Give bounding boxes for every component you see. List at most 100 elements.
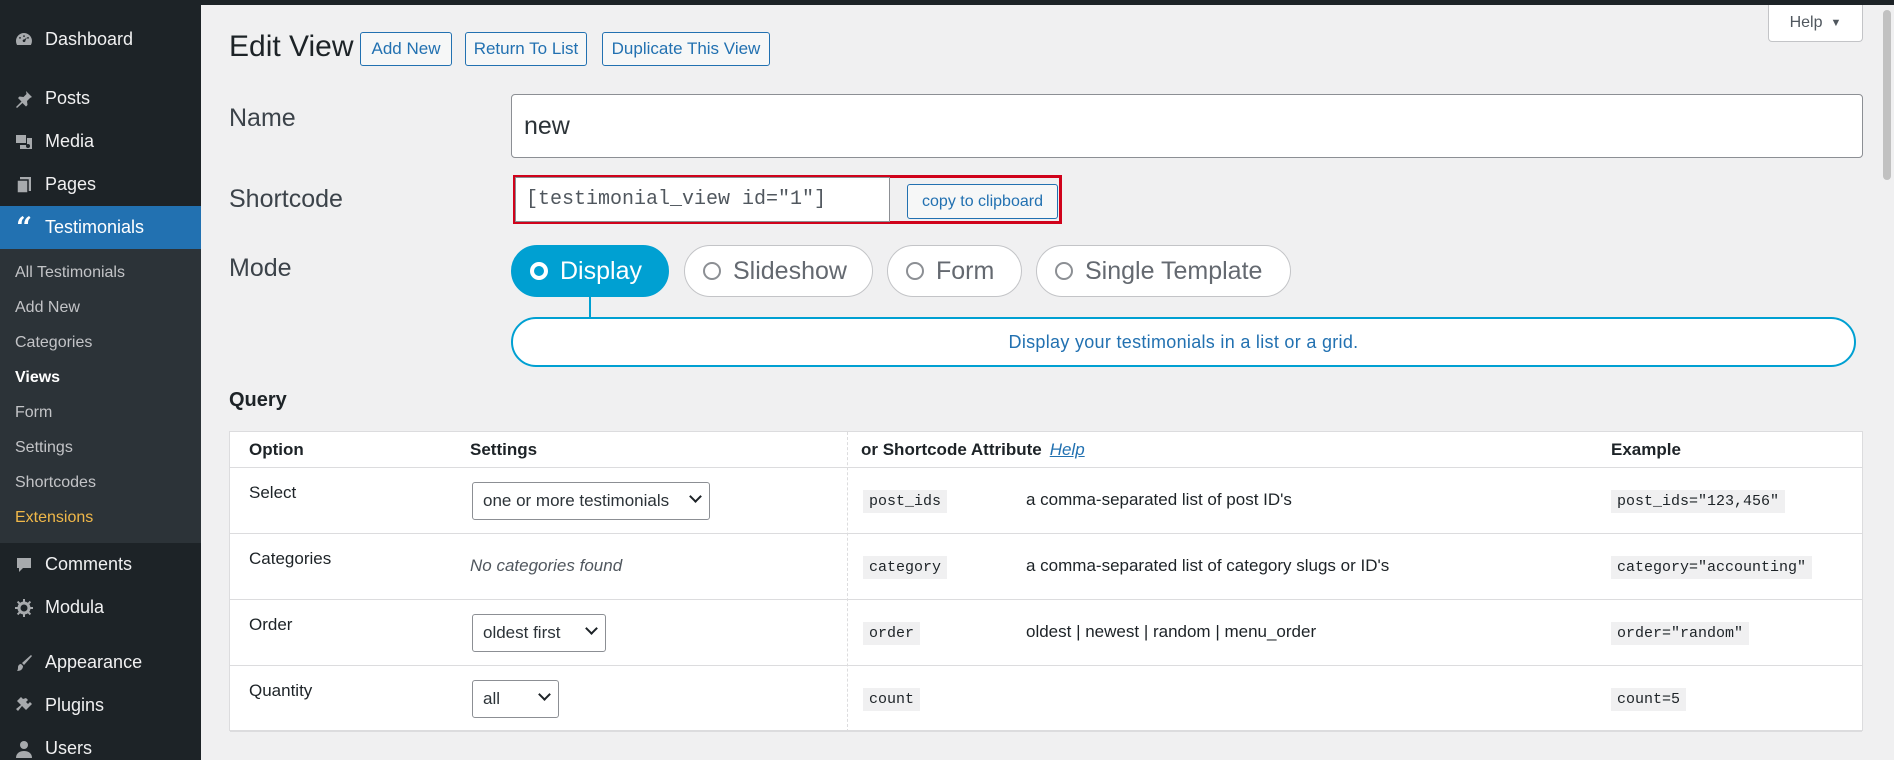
- table-row: Categories No categories found category …: [230, 534, 1862, 600]
- submenu-shortcodes[interactable]: Shortcodes: [0, 465, 201, 500]
- pin-icon: [12, 87, 36, 111]
- add-new-button[interactable]: Add New: [360, 32, 452, 66]
- column-header-option: Option: [249, 440, 304, 459]
- sidebar-item-pages[interactable]: Pages: [0, 163, 201, 206]
- scrollbar-thumb[interactable]: [1883, 10, 1891, 180]
- comment-icon: [12, 553, 36, 577]
- admin-sidebar: Dashboard Posts Media Pages “ Testimonia…: [0, 0, 201, 760]
- sidebar-item-testimonials[interactable]: “ Testimonials: [0, 206, 201, 249]
- quantity-dropdown[interactable]: all: [472, 680, 559, 718]
- sidebar-item-users[interactable]: Users: [0, 727, 201, 760]
- no-categories-note: No categories found: [470, 556, 623, 575]
- radio-selected-icon: [530, 262, 548, 280]
- option-name: Categories: [249, 549, 332, 568]
- sidebar-item-label: Comments: [45, 554, 133, 574]
- submenu-all-testimonials[interactable]: All Testimonials: [0, 255, 201, 290]
- scrollbar[interactable]: [1880, 5, 1894, 760]
- sidebar-item-label: Pages: [45, 174, 97, 194]
- dropdown-value: oldest first: [483, 623, 561, 642]
- mode-option-form[interactable]: Form: [887, 245, 1022, 297]
- table-row: Quantity all count count=5: [230, 666, 1862, 732]
- help-tab-label: Help: [1789, 14, 1823, 31]
- attribute-code: post_ids: [863, 490, 948, 513]
- submenu-extensions[interactable]: Extensions: [0, 500, 201, 535]
- sidebar-item-dashboard[interactable]: Dashboard: [0, 18, 201, 61]
- column-header-settings: Settings: [470, 440, 538, 459]
- chevron-down-icon: [585, 622, 598, 635]
- sidebar-item-label: Modula: [45, 597, 105, 617]
- query-table: Option Settings or Shortcode Attribute He…: [229, 431, 1863, 732]
- table-header-row: Option Settings or Shortcode Attribute He…: [230, 432, 1862, 468]
- table-row: Select one or more testimonials post_ids…: [230, 468, 1862, 534]
- gear-icon: [12, 596, 36, 620]
- shortcode-label: Shortcode: [229, 185, 343, 213]
- column-header-attribute: or Shortcode Attribute Help: [861, 440, 1085, 460]
- mode-label: Mode: [229, 254, 292, 282]
- page-title: Edit View: [229, 30, 354, 63]
- attribute-header-label: or Shortcode Attribute: [861, 440, 1042, 459]
- pages-icon: [12, 173, 36, 197]
- mode-option-label: Single Template: [1085, 256, 1263, 285]
- sidebar-item-posts[interactable]: Posts: [0, 77, 201, 120]
- option-name: Order: [249, 615, 293, 634]
- select-testimonials-dropdown[interactable]: one or more testimonials: [472, 482, 710, 520]
- help-tab-button[interactable]: Help ▼: [1768, 5, 1863, 42]
- mode-option-label: Slideshow: [733, 256, 847, 285]
- duplicate-view-button[interactable]: Duplicate This View: [602, 32, 770, 66]
- attribute-description: a comma-separated list of category slugs…: [1026, 556, 1390, 575]
- copy-to-clipboard-button[interactable]: copy to clipboard: [907, 184, 1058, 219]
- sidebar-item-plugins[interactable]: Plugins: [0, 684, 201, 727]
- radio-icon: [703, 262, 721, 280]
- testimonials-submenu: All Testimonials Add New Categories View…: [0, 249, 201, 543]
- mode-option-label: Form: [936, 256, 995, 285]
- submenu-add-new[interactable]: Add New: [0, 290, 201, 325]
- mode-option-slideshow[interactable]: Slideshow: [684, 245, 873, 297]
- attribute-description: oldest | newest | random | menu_order: [1026, 622, 1317, 641]
- help-link[interactable]: Help: [1050, 440, 1085, 459]
- submenu-categories[interactable]: Categories: [0, 325, 201, 360]
- mode-description: Display your testimonials in a list or a…: [511, 317, 1856, 367]
- query-section-title: Query: [229, 389, 287, 411]
- sidebar-item-label: Users: [45, 738, 93, 758]
- radio-icon: [906, 262, 924, 280]
- mode-option-single-template[interactable]: Single Template: [1036, 245, 1291, 297]
- name-label: Name: [229, 104, 296, 132]
- sidebar-item-label: Appearance: [45, 652, 143, 672]
- example-code: post_ids="123,456": [1611, 490, 1786, 513]
- order-dropdown[interactable]: oldest first: [472, 614, 606, 652]
- sidebar-item-label: Dashboard: [45, 29, 134, 49]
- attribute-description: a comma-separated list of post ID's: [1026, 490, 1292, 509]
- triangle-down-icon: ▼: [1830, 17, 1842, 29]
- option-name: Select: [249, 483, 297, 502]
- plug-icon: [12, 694, 36, 718]
- sidebar-item-comments[interactable]: Comments: [0, 543, 201, 586]
- sidebar-item-modula[interactable]: Modula: [0, 586, 201, 629]
- submenu-views[interactable]: Views: [0, 360, 201, 395]
- example-code: count=5: [1611, 688, 1687, 711]
- dropdown-value: all: [483, 689, 501, 708]
- submenu-form[interactable]: Form: [0, 395, 201, 430]
- column-divider: [847, 432, 848, 732]
- return-to-list-button[interactable]: Return To List: [465, 32, 587, 66]
- submenu-settings[interactable]: Settings: [0, 430, 201, 465]
- attribute-code: order: [863, 622, 921, 645]
- sidebar-item-label: Posts: [45, 88, 91, 108]
- dashboard-icon: [12, 28, 36, 52]
- sidebar-item-appearance[interactable]: Appearance: [0, 641, 201, 684]
- example-code: category="accounting": [1611, 556, 1813, 579]
- example-code: order="random": [1611, 622, 1750, 645]
- radio-icon: [1055, 262, 1073, 280]
- shortcode-field[interactable]: [testimonial_view id="1"]: [515, 177, 890, 222]
- mode-connector-line: [589, 297, 591, 317]
- sidebar-item-media[interactable]: Media: [0, 120, 201, 163]
- mode-option-display[interactable]: Display: [511, 245, 669, 297]
- sidebar-item-label: Media: [45, 131, 95, 151]
- table-row: Order oldest first order oldest | newest…: [230, 600, 1862, 666]
- option-name: Quantity: [249, 681, 313, 700]
- admin-bar-edge: [201, 0, 1894, 5]
- name-input[interactable]: new: [511, 94, 1863, 158]
- mode-option-label: Display: [560, 256, 642, 285]
- sidebar-item-label: Plugins: [45, 695, 105, 715]
- user-icon: [12, 737, 36, 760]
